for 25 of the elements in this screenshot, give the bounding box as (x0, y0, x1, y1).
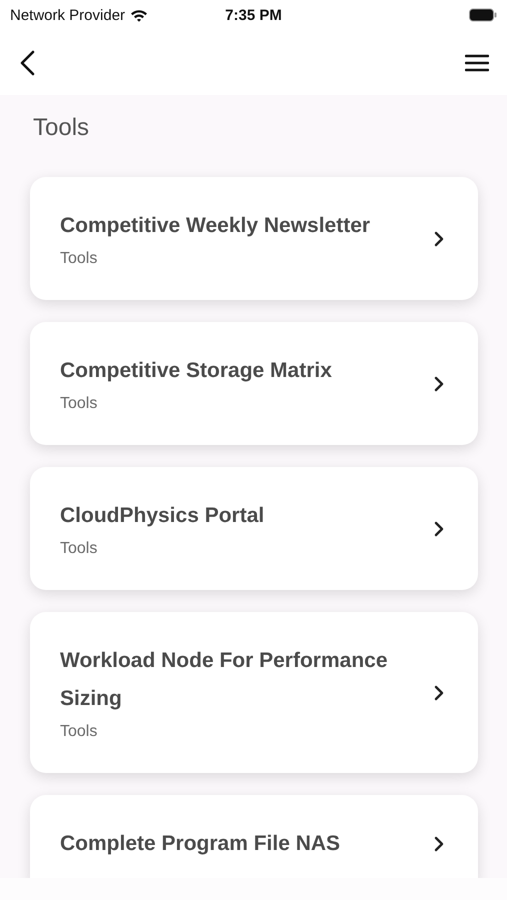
tool-title: Competitive Storage Matrix (60, 358, 333, 384)
tool-card[interactable]: Competitive Weekly Newsletter Tools (30, 177, 478, 300)
tool-category: Tools (60, 394, 98, 414)
clock-time: 7:35 PM (225, 6, 282, 24)
tool-title: Workload Node For Performance Sizing (60, 648, 389, 712)
chevron-right-icon (434, 230, 444, 246)
chevron-right-icon (434, 684, 444, 700)
chevron-right-icon (434, 836, 444, 852)
tool-card[interactable]: CloudPhysics Portal Tools (30, 467, 478, 590)
menu-button[interactable] (465, 54, 489, 72)
chevron-right-icon (434, 520, 444, 536)
tool-category: Tools (60, 249, 98, 269)
page-title: Tools (33, 113, 90, 143)
wifi-icon (130, 8, 148, 22)
tool-title: CloudPhysics Portal (60, 503, 266, 529)
carrier-name: Network Provider (10, 6, 126, 24)
chevron-right-icon (434, 376, 444, 392)
tool-category: Tools (60, 539, 98, 559)
tool-title: Competitive Weekly Newsletter (60, 213, 372, 239)
tool-category: Tools (60, 722, 98, 742)
tool-card[interactable]: Competitive Storage Matrix Tools (30, 322, 478, 445)
tool-card[interactable]: Workload Node For Performance Sizing Tools (30, 612, 478, 773)
tool-card[interactable]: Complete Program File NAS (30, 795, 478, 878)
battery-icon (469, 8, 497, 22)
tool-title: Complete Program File NAS (60, 831, 342, 857)
